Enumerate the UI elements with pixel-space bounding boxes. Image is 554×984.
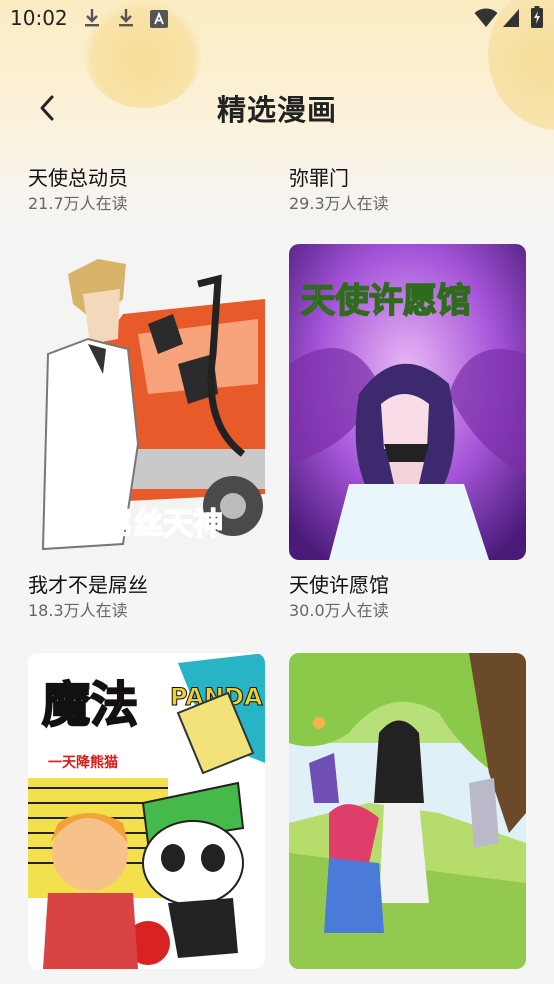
comic-readers: 21.7万人在读 [28, 194, 128, 213]
comic-card[interactable] [289, 653, 527, 969]
title-bar: 精选漫画 [0, 70, 554, 146]
font-a-icon [150, 10, 168, 28]
comic-cover[interactable]: 屌丝天神 [28, 244, 265, 560]
comic-title: 天使总动员 [28, 166, 128, 190]
battery-charging-icon [531, 6, 543, 28]
comic-title: 弥罪门 [289, 166, 349, 190]
status-time: 10:02 [10, 6, 68, 30]
download-icon [82, 7, 102, 29]
comic-card[interactable]: 屌丝天神 我才不是屌丝 18.3万人在读 [28, 244, 266, 622]
comic-readers: 29.3万人在读 [289, 194, 389, 213]
cover-tagline: 一天降熊猫 [48, 754, 118, 771]
comic-card[interactable]: 魔法 PANDA 一天降熊猫 [28, 653, 266, 969]
comic-readers: 18.3万人在读 [28, 601, 128, 620]
cover-title: 天使许愿馆 [301, 281, 471, 321]
comic-title: 天使许愿馆 [289, 573, 389, 597]
download-icon [116, 7, 136, 29]
comic-title: 我才不是屌丝 [28, 573, 148, 597]
comic-cover[interactable]: 天使许愿馆 [289, 244, 526, 560]
comic-cover[interactable] [289, 653, 526, 969]
comic-card[interactable]: 弥罪门 29.3万人在读 [289, 165, 527, 215]
comic-readers: 30.0万人在读 [289, 601, 389, 620]
cover-title: 屌丝天神 [103, 507, 223, 542]
comic-card[interactable]: 天使总动员 21.7万人在读 [28, 165, 266, 215]
page-title: 精选漫画 [216, 93, 337, 127]
comic-cover[interactable]: 魔法 PANDA 一天降熊猫 [28, 653, 265, 969]
comic-card[interactable]: 天使许愿馆 天使许愿馆 30.0万人在读 [289, 244, 527, 622]
signal-icon [502, 8, 520, 28]
status-bar: 10:02 [0, 0, 554, 38]
cover-title: 魔法 [42, 677, 138, 733]
wifi-icon [474, 8, 498, 28]
